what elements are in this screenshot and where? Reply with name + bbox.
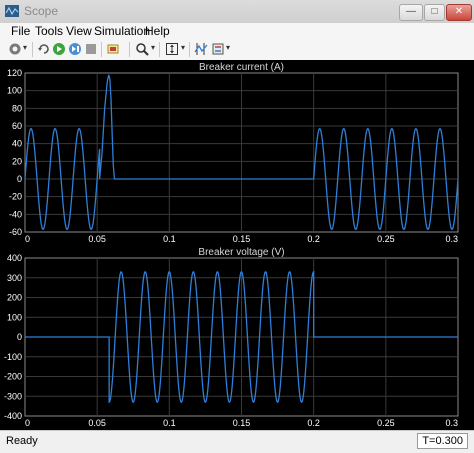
scope-app-icon [5,5,19,17]
zoom-dropdown-icon[interactable]: ▾ [151,43,155,52]
x-tick-label: 0.2 [307,234,320,244]
simulation-time: T=0.300 [417,433,468,449]
toolbar-separator [32,42,33,57]
menu-view[interactable]: View [66,24,92,38]
restore-icon[interactable] [37,42,51,56]
run-icon[interactable] [52,42,66,56]
y-tick-label: 0 [17,174,22,184]
y-tick-label: -40 [9,209,22,219]
x-tick-label: 0.1 [163,234,176,244]
autoscale-dropdown-icon[interactable]: ▾ [181,43,185,52]
x-tick-label: 0.15 [233,418,251,428]
y-tick-label: 40 [12,139,22,149]
menu-bar: File Tools View Simulation Help [0,23,474,39]
menu-help[interactable]: Help [145,24,170,38]
zoom-icon[interactable] [135,42,149,56]
autoscale-icon[interactable] [165,42,179,56]
y-tick-label: 200 [7,293,22,303]
close-button[interactable]: ✕ [446,4,472,21]
plot-title: Breaker current (A) [199,62,284,73]
y-tick-label: -100 [4,352,22,362]
toolbar: ▾ ▾ ▾ ▾ [0,39,474,61]
y-tick-label: 400 [7,253,22,263]
scope-display[interactable]: Breaker current (A) 0 0.05 0.1 0.15 0.2 0.25 0.… [0,60,474,430]
settings-dropdown-icon[interactable]: ▾ [23,43,27,52]
step-forward-icon[interactable] [68,42,82,56]
maximize-button[interactable]: □ [424,4,445,21]
toolbar-separator [129,42,130,57]
y-tick-label: -300 [4,391,22,401]
y-tick-label: -60 [9,227,22,237]
x-tick-label: 0.05 [88,234,106,244]
y-tick-label: 100 [7,312,22,322]
y-tick-label: 20 [12,156,22,166]
y-tick-label: 120 [7,68,22,78]
x-tick-label: 0.25 [377,234,395,244]
stop-icon[interactable] [84,42,98,56]
menu-file[interactable]: File [11,24,30,38]
y-tick-label: 0 [17,332,22,342]
cursor-measure-icon[interactable] [194,42,208,56]
y-tick-label: -20 [9,192,22,202]
plot-title: Breaker voltage (V) [198,247,284,258]
status-bar: Ready T=0.300 [0,430,474,453]
x-tick-label: 0 [25,234,30,244]
y-tick-label: 100 [7,86,22,96]
maximize-icon: □ [431,6,438,17]
menu-tools[interactable]: Tools [35,24,63,38]
scope-plots-svg: Breaker current (A) 0 0.05 0.1 0.15 0.2 0.25 0.… [4,62,459,428]
x-tick-label: 0.3 [445,418,458,428]
x-tick-label: 0.25 [377,418,395,428]
settings-icon[interactable] [8,42,22,56]
highlight-block-icon[interactable] [106,42,120,56]
window-title-bar[interactable]: Scope — □ ✕ [0,0,474,24]
x-tick-label: 0.2 [307,418,320,428]
menu-simulation[interactable]: Simulation [94,24,150,38]
x-tick-label: 0.3 [445,234,458,244]
y-tick-label: 300 [7,273,22,283]
toolbar-separator [189,42,190,57]
toolbar-separator [159,42,160,57]
x-tick-label: 0.15 [233,234,251,244]
y-tick-label: -200 [4,372,22,382]
toolbar-separator [101,42,102,57]
window-title: Scope [24,4,59,18]
x-tick-label: 0 [25,418,30,428]
x-tick-label: 0.1 [163,418,176,428]
minimize-button[interactable]: — [399,4,423,21]
y-tick-label: -400 [4,411,22,421]
style-icon[interactable] [211,42,225,56]
style-dropdown-icon[interactable]: ▾ [226,43,230,52]
x-tick-label: 0.05 [88,418,106,428]
y-tick-label: 80 [12,103,22,113]
minimize-icon: — [406,6,416,17]
status-text: Ready [6,435,38,447]
y-tick-label: 60 [12,121,22,131]
close-icon: ✕ [454,6,464,17]
